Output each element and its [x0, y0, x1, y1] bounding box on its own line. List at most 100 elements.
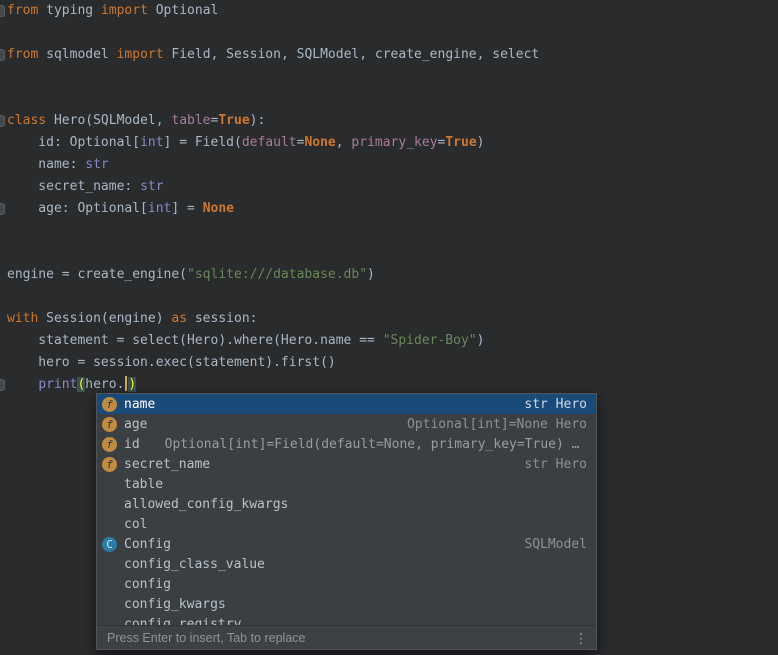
code-token: as	[171, 311, 194, 326]
code-token: import	[117, 47, 172, 62]
code-editor[interactable]: from typing import Optionalfrom sqlmodel…	[0, 0, 778, 655]
code-token: )	[477, 135, 485, 150]
code-token: hero = session.exec(statement).first()	[7, 355, 336, 370]
completion-item[interactable]: fsecret_namestr Hero	[97, 454, 596, 474]
gutter-fold-icon[interactable]	[0, 379, 5, 391]
completion-label: age	[124, 417, 147, 432]
code-token: )	[367, 267, 375, 282]
code-token: Optional	[156, 3, 219, 18]
code-token: id: Optional[	[7, 135, 140, 150]
kebab-menu-icon[interactable]: ⋮	[574, 631, 588, 645]
completion-item[interactable]: CConfigSQLModel	[97, 534, 596, 554]
completion-label: config	[124, 577, 171, 592]
code-token: ,	[336, 135, 352, 150]
completion-label: col	[124, 517, 147, 532]
completion-type-tail: str Hero	[524, 397, 587, 412]
completion-item[interactable]: allowed_config_kwargs	[97, 494, 596, 514]
field-icon: f	[102, 437, 117, 452]
code-line: secret_name: str	[0, 176, 778, 198]
code-token: from	[7, 47, 46, 62]
code-token: )	[128, 377, 136, 392]
code-token: "Spider-Boy"	[383, 333, 477, 348]
completion-label: secret_name	[124, 457, 210, 472]
code-token: statement = select(Hero).where(Hero.name…	[7, 333, 383, 348]
code-token: engine = create_engine(	[7, 267, 187, 282]
completion-type-tail: SQLModel	[524, 537, 587, 552]
code-token: )	[477, 333, 485, 348]
code-token: None	[203, 201, 234, 216]
no-icon	[102, 557, 117, 572]
gutter-fold-icon[interactable]	[0, 49, 5, 61]
completion-item[interactable]: config_class_value	[97, 554, 596, 574]
completion-item[interactable]: config_registry	[97, 614, 596, 625]
gutter-fold-icon[interactable]	[0, 5, 5, 17]
code-token: class	[7, 113, 54, 128]
no-icon	[102, 517, 117, 532]
code-token: age: Optional[	[7, 201, 148, 216]
completion-label: config_class_value	[124, 557, 265, 572]
completion-signature: Optional[int]=Field(default=None, primar…	[165, 437, 580, 452]
code-token: primary_key	[351, 135, 437, 150]
gutter-fold-icon[interactable]	[0, 115, 5, 127]
gutter-fold-icon[interactable]	[0, 203, 5, 215]
code-token: str	[140, 179, 163, 194]
code-token: Session(engine)	[46, 311, 171, 326]
code-line: name: str	[0, 154, 778, 176]
code-line	[0, 220, 778, 242]
no-icon	[102, 617, 117, 626]
completion-label: table	[124, 477, 163, 492]
completion-hint: Press Enter to insert, Tab to replace	[107, 631, 305, 645]
completion-label: config_registry	[124, 617, 241, 626]
completion-item[interactable]: table	[97, 474, 596, 494]
code-token: table	[171, 113, 210, 128]
completion-item[interactable]: fageOptional[int]=None Hero	[97, 414, 596, 434]
code-token	[7, 377, 38, 392]
no-icon	[102, 597, 117, 612]
code-line	[0, 242, 778, 264]
code-line: class Hero(SQLModel, table=True):	[0, 110, 778, 132]
code-token: hero.	[85, 377, 124, 392]
code-line: from sqlmodel import Field, Session, SQL…	[0, 44, 778, 66]
code-line: with Session(engine) as session:	[0, 308, 778, 330]
completion-item[interactable]: fid Optional[int]=Field(default=None, pri…	[97, 434, 596, 454]
completion-item[interactable]: config_kwargs	[97, 594, 596, 614]
no-icon	[102, 497, 117, 512]
completion-label: config_kwargs	[124, 597, 226, 612]
code-line: engine = create_engine("sqlite:///databa…	[0, 264, 778, 286]
code-token: default	[242, 135, 297, 150]
completion-item[interactable]: fname str Hero	[97, 394, 596, 414]
field-icon: f	[102, 457, 117, 472]
completion-label: id	[124, 437, 140, 452]
code-token: Hero(SQLModel,	[54, 113, 171, 128]
code-line: id: Optional[int] = Field(default=None, …	[0, 132, 778, 154]
code-line	[0, 88, 778, 110]
no-icon	[102, 477, 117, 492]
code-token: typing	[46, 3, 101, 18]
code-token: from	[7, 3, 46, 18]
code-token: session:	[195, 311, 258, 326]
code-token: True	[445, 135, 476, 150]
field-icon: f	[102, 417, 117, 432]
code-token: int	[140, 135, 163, 150]
code-token: str	[85, 157, 108, 172]
code-line: statement = select(Hero).where(Hero.name…	[0, 330, 778, 352]
completion-item[interactable]: config	[97, 574, 596, 594]
field-icon: f	[102, 397, 117, 412]
code-token: True	[218, 113, 249, 128]
code-token: ] =	[171, 201, 202, 216]
code-token: None	[304, 135, 335, 150]
code-token: import	[101, 3, 156, 18]
code-token: ] = Field(	[164, 135, 242, 150]
completion-item[interactable]: col	[97, 514, 596, 534]
code-token: name:	[7, 157, 85, 172]
code-token: ):	[250, 113, 266, 128]
code-area[interactable]: from typing import Optionalfrom sqlmodel…	[0, 0, 778, 396]
code-token: with	[7, 311, 46, 326]
code-token: sqlmodel	[46, 47, 116, 62]
code-token: Field, Session, SQLModel, create_engine,…	[171, 47, 539, 62]
code-token: print	[38, 377, 77, 392]
code-token: "sqlite:///database.db"	[187, 267, 367, 282]
completion-list: fnamestr HerofageOptional[int]=None Hero…	[97, 394, 596, 625]
code-line: from typing import Optional	[0, 0, 778, 22]
completion-label: name	[124, 397, 155, 412]
